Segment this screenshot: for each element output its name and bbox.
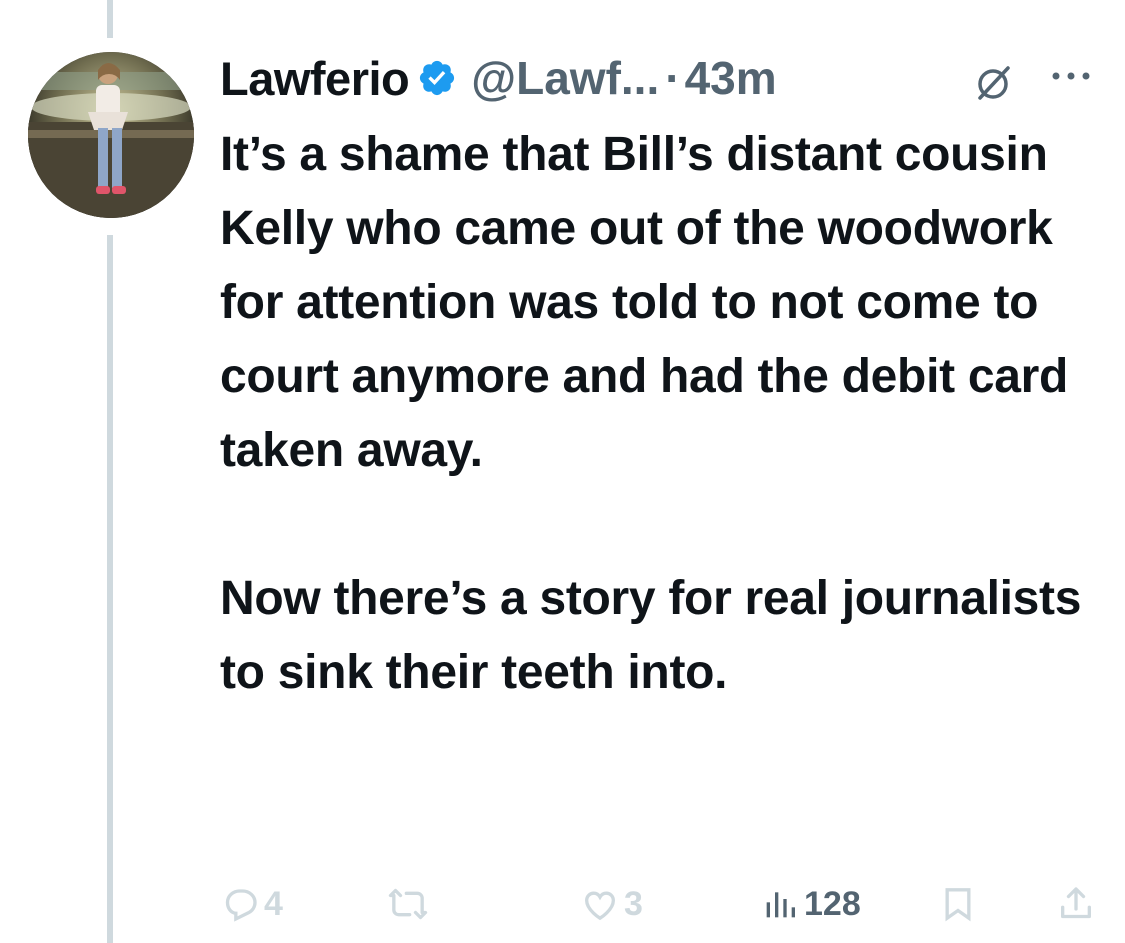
avatar[interactable]: [28, 52, 194, 218]
thread-line-top: [107, 0, 113, 38]
bookmark-icon: [938, 884, 978, 924]
avatar-photo: [28, 52, 194, 218]
separator-dot: ·: [665, 52, 681, 104]
heart-icon: [580, 884, 620, 924]
tweet-body: It’s a shame that Bill’s distant cousin …: [220, 118, 1100, 710]
views-button[interactable]: 128: [760, 880, 861, 928]
share-button[interactable]: [1056, 880, 1096, 928]
user-handle[interactable]: @Lawf...: [471, 51, 659, 105]
thread-line-bottom: [107, 235, 113, 943]
reply-count: 4: [264, 884, 283, 923]
timestamp[interactable]: 43m: [685, 51, 777, 105]
views-bar-chart-icon: [760, 884, 800, 924]
verified-badge-icon: [417, 58, 457, 98]
share-icon: [1056, 884, 1096, 924]
retweet-icon: [388, 884, 428, 924]
retweet-button[interactable]: [388, 880, 432, 928]
tweet-header: Lawferio @Lawf... · 43m: [220, 50, 777, 106]
reply-icon: [220, 884, 260, 924]
grok-icon[interactable]: [972, 60, 1016, 104]
action-bar: 4 3 128: [220, 880, 1100, 928]
bookmark-button[interactable]: [938, 880, 978, 928]
like-count: 3: [624, 884, 643, 923]
tweet-paragraph-1: It’s a shame that Bill’s distant cousin …: [220, 128, 1069, 477]
like-button[interactable]: 3: [580, 880, 643, 928]
tweet-paragraph-2: Now there’s a story for real journalists…: [220, 572, 1082, 699]
display-name[interactable]: Lawferio: [220, 51, 410, 106]
reply-button[interactable]: 4: [220, 880, 283, 928]
more-dots-icon[interactable]: [1048, 66, 1094, 86]
views-count: 128: [804, 884, 861, 923]
